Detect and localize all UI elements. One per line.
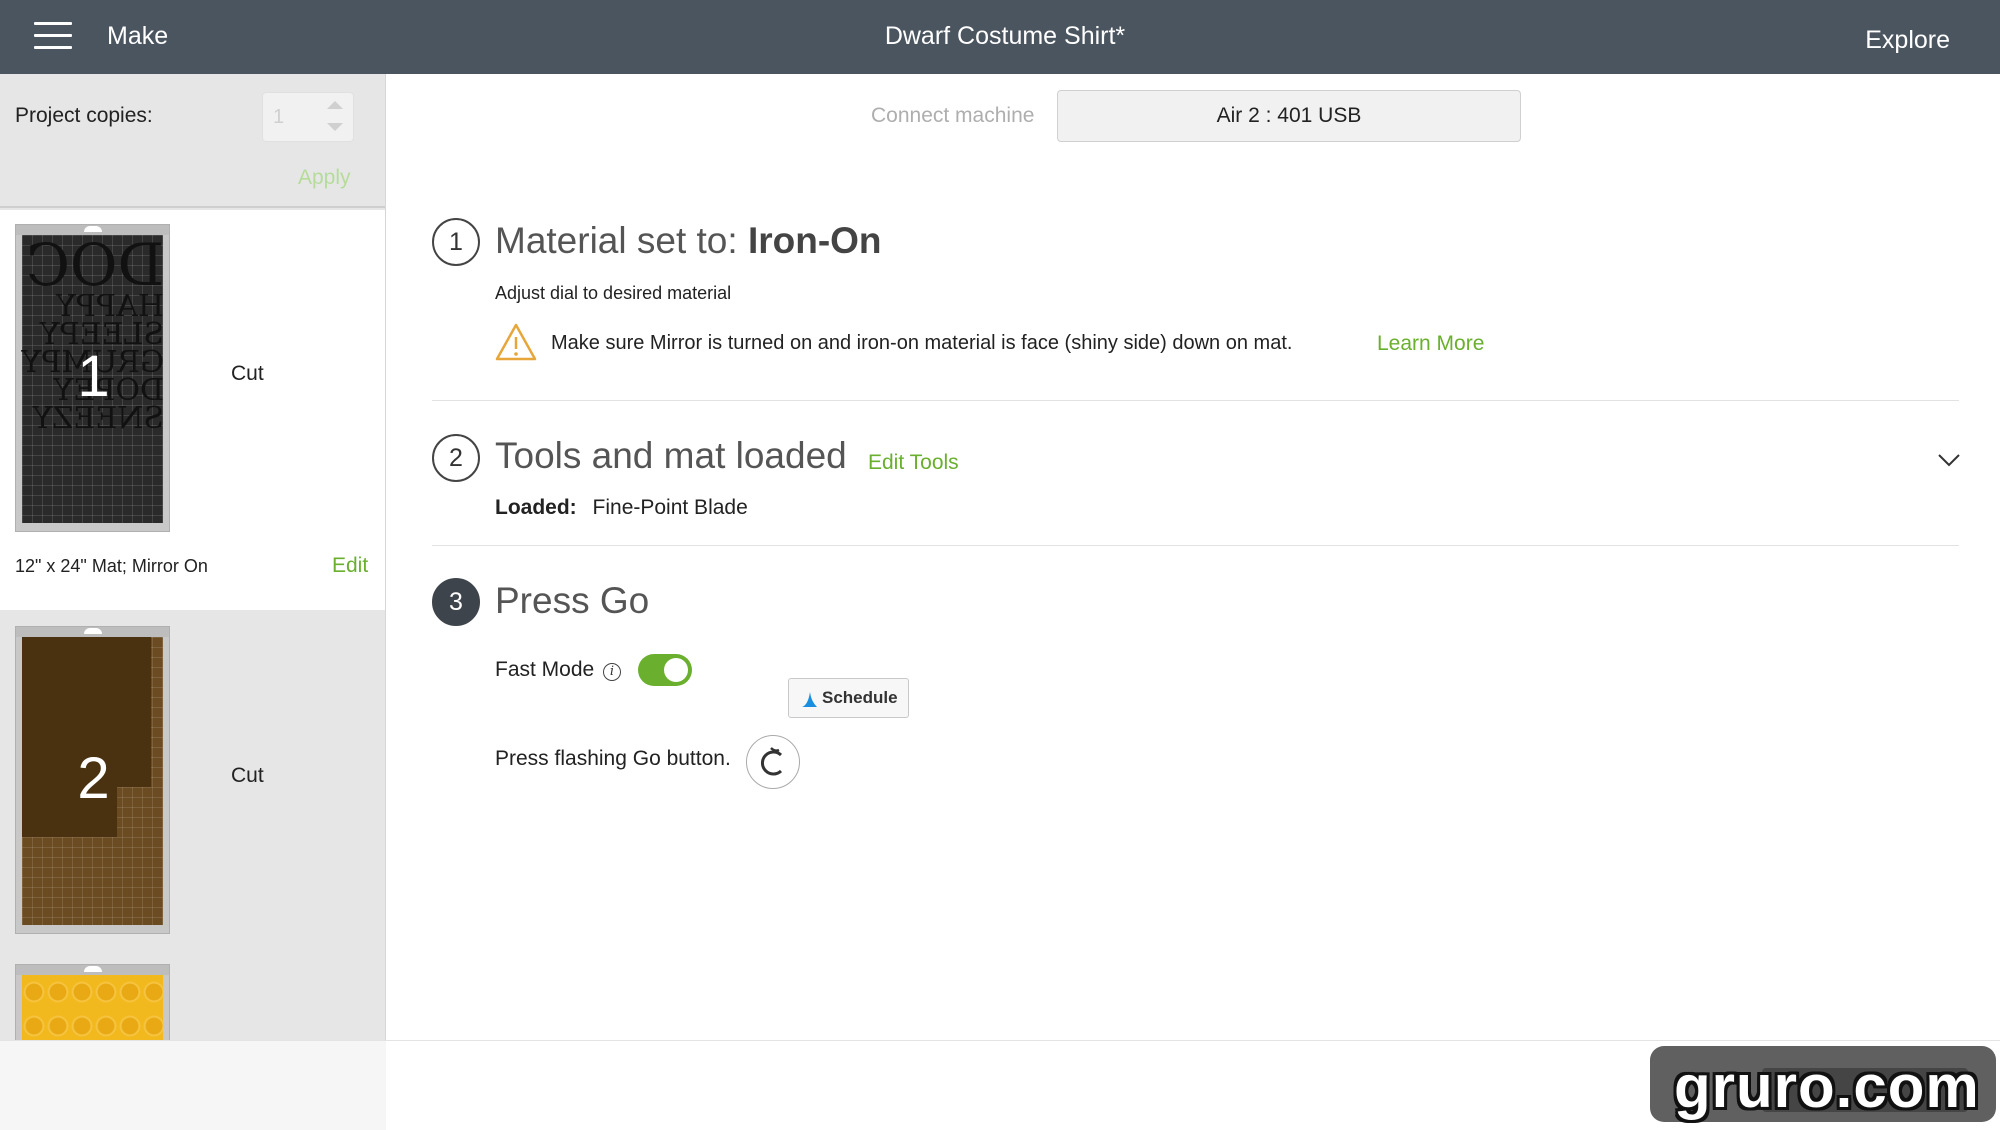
learn-more-link[interactable]: Learn More: [1377, 332, 1484, 356]
material-value: Iron-On: [747, 220, 882, 261]
mat-grid: [22, 975, 163, 1040]
mat-card-1[interactable]: DOC HAPPY SLEEPY GRUMPY DOPEY SNEEZY 1 C…: [0, 210, 385, 610]
loaded-label: Loaded:: [495, 496, 577, 519]
project-copies-panel: Project copies: 1 Apply: [0, 74, 385, 208]
schedule-button[interactable]: Schedule: [788, 678, 909, 718]
fast-mode-toggle[interactable]: [638, 654, 692, 686]
step-3-title: Press Go: [495, 580, 650, 621]
chevron-down-icon[interactable]: [1937, 448, 1961, 472]
mat-action-label: Cut: [231, 764, 264, 787]
step-1-badge: 1: [432, 218, 480, 266]
edit-mat-button[interactable]: Edit: [332, 554, 368, 578]
info-icon[interactable]: i: [603, 663, 621, 681]
fast-mode-label: Fast Mode: [495, 658, 595, 681]
step-2-title: Tools and mat loaded: [495, 435, 847, 476]
step-divider: [432, 400, 1959, 401]
mat-number: 2: [77, 746, 110, 811]
mirror-warning-text: Make sure Mirror is turned on and iron-o…: [551, 332, 1293, 354]
make-panel: Connect machine Air 2 : 401 USB 1 Materi…: [387, 74, 2000, 1040]
mat-card-2[interactable]: 2 Cut: [0, 610, 385, 950]
explore-link[interactable]: Explore: [1865, 26, 1950, 55]
copies-value: 1: [273, 106, 285, 128]
project-copies-label: Project copies:: [15, 104, 153, 127]
mat-number: 1: [77, 344, 110, 409]
decrement-arrow-icon[interactable]: [327, 123, 343, 131]
step-3-badge: 3: [432, 578, 480, 626]
step-divider: [432, 545, 1959, 546]
machine-select-button[interactable]: Air 2 : 401 USB: [1057, 90, 1521, 142]
mat-card-3[interactable]: [0, 950, 385, 1040]
press-go-instruction: Press flashing Go button.: [495, 747, 731, 770]
step-1-title: Material set to: Iron-On: [495, 220, 882, 261]
mat-preview-1[interactable]: DOC HAPPY SLEEPY GRUMPY DOPEY SNEEZY 1: [15, 224, 170, 532]
connect-machine-label: Connect machine: [871, 104, 1035, 127]
loaded-tools: Loaded: Fine-Point Blade: [495, 496, 748, 520]
mat-sidebar: Project copies: 1 Apply DOC HAPPY SLEEPY…: [0, 74, 386, 1040]
increment-arrow-icon[interactable]: [327, 101, 343, 109]
warning-icon: [495, 323, 537, 361]
step-2-badge: 2: [432, 434, 480, 482]
mat-preview-2[interactable]: 2: [15, 626, 170, 934]
mat-description: 12" x 24" Mat; Mirror On: [15, 556, 208, 576]
loaded-tool-value: Fine-Point Blade: [592, 496, 748, 519]
step-1-subtitle: Adjust dial to desired material: [495, 283, 732, 303]
schedule-logo-icon: [802, 692, 817, 707]
apply-button[interactable]: Apply: [298, 166, 351, 190]
project-title: Dwarf Costume Shirt*: [884, 22, 1126, 50]
edit-tools-link[interactable]: Edit Tools: [868, 451, 959, 475]
mat-action-label: Cut: [231, 362, 264, 385]
go-button[interactable]: [746, 735, 800, 789]
project-copies-stepper[interactable]: 1: [262, 92, 354, 142]
top-bar: Make Dwarf Costume Shirt* Explore: [0, 0, 2000, 74]
cricut-go-icon: [761, 747, 783, 776]
mat-preview-3[interactable]: [15, 964, 170, 1040]
watermark-text: gruro.com: [1674, 1053, 1980, 1120]
